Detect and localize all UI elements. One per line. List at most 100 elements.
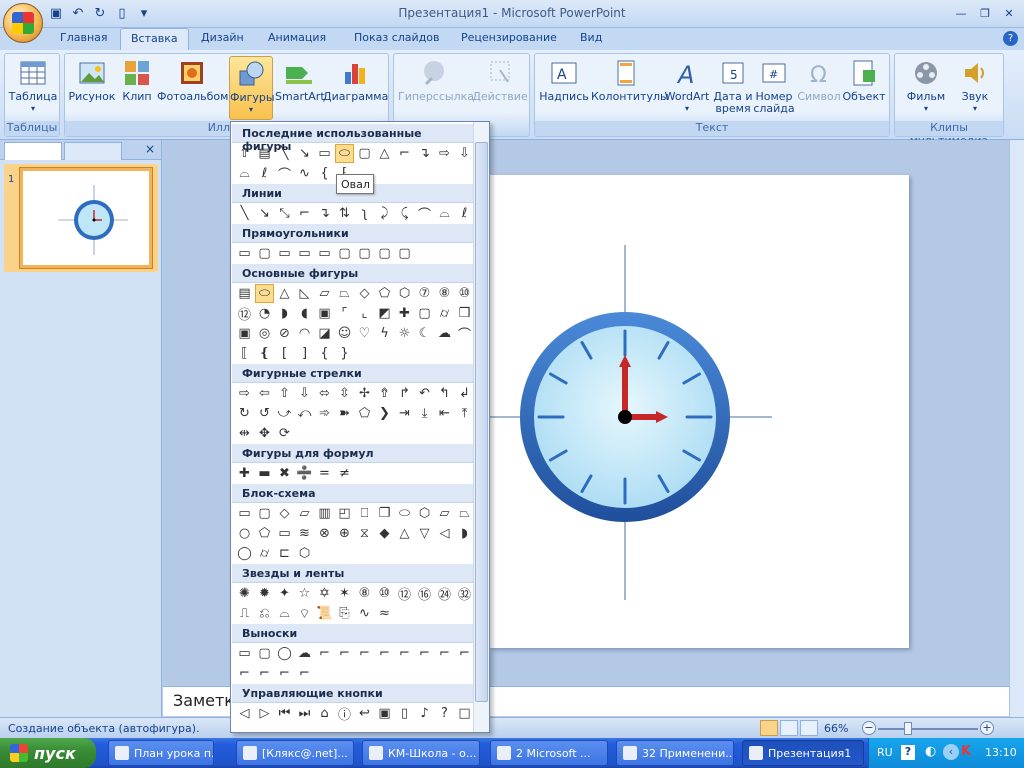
curved-arrow-shape-icon[interactable]: ⤸ xyxy=(375,204,394,223)
scribble-shape-icon[interactable]: ℓ xyxy=(455,204,474,223)
movie-button[interactable]: Фильм ▾ xyxy=(901,56,951,115)
internal-storage-shape-icon[interactable]: ◰ xyxy=(335,504,354,523)
panel-close-icon[interactable]: × xyxy=(145,142,155,156)
punched-tape-shape-icon[interactable]: ≋ xyxy=(295,524,314,543)
action-begin-shape-icon[interactable]: ⏮ xyxy=(275,704,294,723)
predefined-process-shape-icon[interactable]: ▥ xyxy=(315,504,334,523)
star7-shape-icon[interactable]: ✶ xyxy=(335,584,354,603)
object-button[interactable]: Объект xyxy=(841,56,887,103)
quad-arrow-shape-icon[interactable]: ✢ xyxy=(355,384,374,403)
display-shape-icon[interactable]: ⬡ xyxy=(295,544,314,563)
process-shape-icon[interactable]: ▭ xyxy=(235,504,254,523)
action-end-shape-icon[interactable]: ⏭ xyxy=(295,704,314,723)
left-right-up-arrow-shape-icon[interactable]: ⇮ xyxy=(375,384,394,403)
pie-shape-icon[interactable]: ◔ xyxy=(255,304,274,323)
half-frame-shape-icon[interactable]: ⌜ xyxy=(335,304,354,323)
minus-shape-icon[interactable]: ▬ xyxy=(255,464,274,483)
ribbon-up-shape-icon[interactable]: ⎍ xyxy=(235,604,254,623)
cloud-callout-shape-icon[interactable]: ☁ xyxy=(295,644,314,663)
can-shape-icon[interactable]: ⌭ xyxy=(435,304,454,323)
manual-input-shape-icon[interactable]: ⏥ xyxy=(435,504,454,523)
action-custom-shape-icon[interactable]: □ xyxy=(455,704,474,723)
oval-shape-icon[interactable]: ⬭ xyxy=(335,144,354,163)
curved-left-arrow-shape-icon[interactable]: ↺ xyxy=(255,404,274,423)
pentagon-shape-icon[interactable]: ⬠ xyxy=(375,284,394,303)
cross-shape-icon[interactable]: ✚ xyxy=(395,304,414,323)
freeform-shape-icon[interactable]: ⌓ xyxy=(435,204,454,223)
multiply-shape-icon[interactable]: ✖ xyxy=(275,464,294,483)
action-return-shape-icon[interactable]: ↩ xyxy=(355,704,374,723)
snip-rect-shape-icon[interactable]: ▭ xyxy=(315,244,334,263)
slide-sorter-view-icon[interactable] xyxy=(780,720,798,736)
line-callout10-shape-icon[interactable]: ⌐ xyxy=(255,664,274,683)
right-bracket-shape-icon[interactable]: ] xyxy=(295,344,314,363)
left-right-arrow-shape-icon[interactable]: ⬄ xyxy=(315,384,334,403)
left-arrow-shape-icon[interactable]: ⇦ xyxy=(255,384,274,403)
tab-insert[interactable]: Вставка xyxy=(120,28,189,52)
diamond-shape-icon[interactable]: ◇ xyxy=(355,284,374,303)
magnetic-disk-shape-icon[interactable]: ⌭ xyxy=(255,544,274,563)
rectangle-shape-icon[interactable]: ▭ xyxy=(315,144,334,163)
hyperlink-button[interactable]: Гиперссылка xyxy=(398,56,474,103)
double-brace-shape-icon[interactable]: ❴ xyxy=(255,344,274,363)
arrow-right-shape-icon[interactable]: ⇨ xyxy=(435,144,454,163)
zoom-level[interactable]: 66% xyxy=(824,722,848,735)
left-up-arrow-shape-icon[interactable]: ↰ xyxy=(435,384,454,403)
star32-shape-icon[interactable]: ㉜ xyxy=(455,584,474,603)
curved-ribbon-down-shape-icon[interactable]: ⌔ xyxy=(295,604,314,623)
photoalbum-button[interactable]: Фотоальбом xyxy=(157,56,228,103)
sequential-storage-shape-icon[interactable]: ◯ xyxy=(235,544,254,563)
brace-shape-icon[interactable]: { xyxy=(315,164,334,183)
action-button[interactable]: Действие xyxy=(472,56,528,103)
manual-operation-shape-icon[interactable]: ⏢ xyxy=(455,504,474,523)
clip-button[interactable]: Клип xyxy=(119,56,155,103)
rect-callout-shape-icon[interactable]: ▭ xyxy=(235,644,254,663)
right-triangle-shape-icon[interactable]: ◺ xyxy=(295,284,314,303)
ribbon-down-shape-icon[interactable]: ⎌ xyxy=(255,604,274,623)
star10-shape-icon[interactable]: ⑩ xyxy=(375,584,394,603)
table-button[interactable]: Таблица ▾ xyxy=(8,56,58,115)
arrow-down-shape-icon[interactable]: ⇩ xyxy=(455,144,474,163)
zoom-in-icon[interactable]: + xyxy=(980,721,994,735)
action-home-shape-icon[interactable]: ⌂ xyxy=(315,704,334,723)
decagon-shape-icon[interactable]: ⑩ xyxy=(455,284,474,303)
line-callout8-shape-icon[interactable]: ⌐ xyxy=(455,644,474,663)
arrow-line-shape-icon[interactable]: ↘ xyxy=(255,204,274,223)
up-down-arrow-shape-icon[interactable]: ⇳ xyxy=(335,384,354,403)
double-wave-shape-icon[interactable]: ≈ xyxy=(375,604,394,623)
round-rect-shape-icon[interactable]: ▢ xyxy=(355,244,374,263)
parallelogram-shape-icon[interactable]: ▱ xyxy=(315,284,334,303)
multidocument-shape-icon[interactable]: ❐ xyxy=(375,504,394,523)
explosion1-shape-icon[interactable]: ✺ xyxy=(235,584,254,603)
plus-shape-icon[interactable]: ✚ xyxy=(235,464,254,483)
line-callout1-shape-icon[interactable]: ⌐ xyxy=(315,644,334,663)
double-bracket-shape-icon[interactable]: ⟦ xyxy=(235,344,254,363)
bevel-shape-icon[interactable]: ▣ xyxy=(235,324,254,343)
up-callout-arrow-shape-icon[interactable]: ⤒ xyxy=(455,404,474,423)
gallery-scrollbar[interactable] xyxy=(473,122,489,732)
arrow-up-shape-icon[interactable]: ⇧ xyxy=(235,144,254,163)
triangle-shape-icon[interactable]: △ xyxy=(375,144,394,163)
divide-shape-icon[interactable]: ➗ xyxy=(295,464,314,483)
action-info-shape-icon[interactable]: ⓘ xyxy=(335,704,354,723)
not-equal-shape-icon[interactable]: ≠ xyxy=(335,464,354,483)
direct-storage-shape-icon[interactable]: ⊏ xyxy=(275,544,294,563)
up-arrow-shape-icon[interactable]: ⇧ xyxy=(275,384,294,403)
tab-review[interactable]: Рецензирование xyxy=(461,31,557,44)
line-callout12-shape-icon[interactable]: ⌐ xyxy=(295,664,314,683)
teardrop-shape-icon[interactable]: ◖ xyxy=(295,304,314,323)
action-help-shape-icon[interactable]: ? xyxy=(435,704,454,723)
lightning-shape-icon[interactable]: ϟ xyxy=(375,324,394,343)
stored-data-shape-icon[interactable]: ◁ xyxy=(435,524,454,543)
start-button[interactable]: пуск xyxy=(0,738,96,768)
terminator-shape-icon[interactable]: ⬭ xyxy=(395,504,414,523)
trapezoid-shape-icon[interactable]: ⏢ xyxy=(335,284,354,303)
tab-view[interactable]: Вид xyxy=(580,31,602,44)
tab-outline[interactable] xyxy=(64,142,122,160)
line-callout4-shape-icon[interactable]: ⌐ xyxy=(375,644,394,663)
bent-arrow-shape-icon[interactable]: ↱ xyxy=(395,384,414,403)
snip-round-rect-shape-icon[interactable]: ▢ xyxy=(335,244,354,263)
frame-shape-icon[interactable]: ▣ xyxy=(315,304,334,323)
star24-shape-icon[interactable]: ㉔ xyxy=(435,584,454,603)
right-arrow-shape-icon[interactable]: ⇨ xyxy=(235,384,254,403)
